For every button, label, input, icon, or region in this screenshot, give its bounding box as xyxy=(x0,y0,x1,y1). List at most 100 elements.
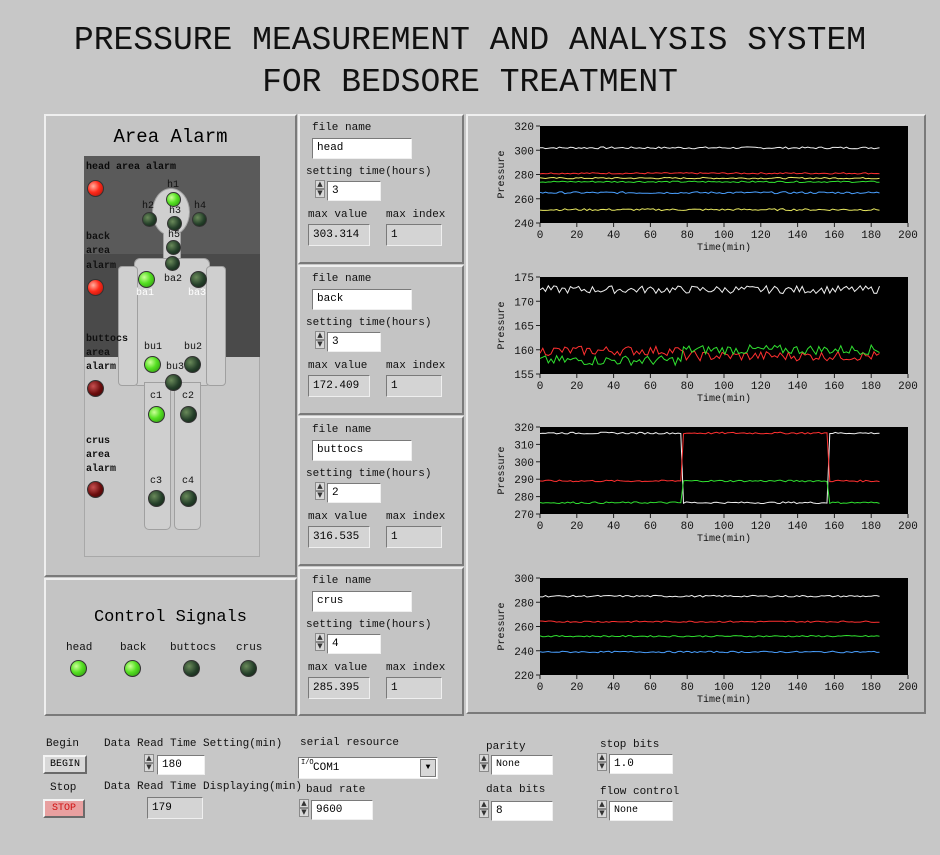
x-tick-label: 20 xyxy=(570,230,583,242)
x-tick-label: 60 xyxy=(644,521,657,533)
setting-time-input[interactable]: 3 xyxy=(327,332,381,352)
max-value-label: max value xyxy=(308,662,368,674)
control-led-back xyxy=(124,660,141,677)
flow-control-label: flow control xyxy=(600,786,680,798)
y-axis-label: Pressure xyxy=(497,602,508,650)
sensor-led-h3 xyxy=(167,216,182,231)
setting-time-spinner[interactable]: ▲ ▼ xyxy=(315,482,326,503)
parity-input[interactable]: None xyxy=(491,755,553,775)
x-tick-label: 200 xyxy=(898,682,918,694)
x-tick-label: 0 xyxy=(537,230,544,242)
x-axis-label: Time(min) xyxy=(697,533,751,545)
x-tick-label: 20 xyxy=(570,381,583,393)
parity-label: parity xyxy=(486,741,526,753)
file-name-input[interactable]: buttocs xyxy=(312,440,412,461)
control-signals-title: Control Signals xyxy=(93,608,248,627)
x-tick-label: 160 xyxy=(824,521,844,533)
x-tick-label: 180 xyxy=(861,230,881,242)
max-value-display: 285.395 xyxy=(308,677,370,699)
flow-control-spinner[interactable]: ▲ ▼ xyxy=(597,800,608,821)
buttocs-alarm-label-3: alarm xyxy=(86,362,117,373)
buttocs-alarm-label-2: area xyxy=(86,348,111,359)
setting-time-label: setting time(hours) xyxy=(306,619,432,631)
sensor-label-bu1: bu1 xyxy=(144,342,163,353)
baud-rate-input[interactable]: 9600 xyxy=(311,800,373,820)
back-alarm-label-2: area xyxy=(86,246,111,257)
y-axis-label: Pressure xyxy=(497,446,508,494)
title-line-2: FOR BEDSORE TREATMENT xyxy=(262,64,678,101)
x-tick-label: 200 xyxy=(898,230,918,242)
baud-rate-spinner[interactable]: ▲ ▼ xyxy=(299,799,310,820)
control-label-crus: crus xyxy=(236,642,263,654)
x-tick-label: 40 xyxy=(607,381,620,393)
buttocs-alarm-led xyxy=(87,380,104,397)
flow-control-input[interactable]: None xyxy=(609,801,673,821)
control-led-buttocs xyxy=(183,660,200,677)
data-bits-spinner[interactable]: ▲ ▼ xyxy=(479,800,490,821)
area-control-panel: file name buttocs setting time(hours) ▲ ▼ 2 ma… xyxy=(298,416,464,566)
parity-spinner[interactable]: ▲ ▼ xyxy=(479,754,490,775)
setting-time-input[interactable]: 2 xyxy=(327,483,381,503)
stop-button[interactable]: STOP xyxy=(43,799,85,818)
x-tick-label: 100 xyxy=(714,682,734,694)
x-axis-label: Time(min) xyxy=(697,393,751,405)
x-tick-label: 200 xyxy=(898,521,918,533)
back-alarm-led xyxy=(87,279,104,296)
control-led-crus xyxy=(240,660,257,677)
x-tick-label: 80 xyxy=(681,521,694,533)
sensor-label-bu3: bu3 xyxy=(166,362,185,373)
crus-alarm-label-2: area xyxy=(86,450,111,461)
control-led-head xyxy=(70,660,87,677)
x-tick-label: 40 xyxy=(607,230,620,242)
serial-dropdown-arrow-icon[interactable]: ▼ xyxy=(420,759,436,777)
x-tick-label: 20 xyxy=(570,521,583,533)
sensor-led-bu3 xyxy=(165,374,182,391)
read-time-display-label: Data Read Time Displaying(min) xyxy=(104,781,303,793)
read-time-setting-input[interactable]: 180 xyxy=(157,755,205,775)
app-window: PRESSURE MEASUREMENT AND ANALYSIS SYSTEM… xyxy=(0,0,940,855)
max-value-label: max value xyxy=(308,209,368,221)
sensor-led-ba3 xyxy=(190,271,207,288)
sensor-label-c3: c3 xyxy=(150,476,163,487)
stop-bits-input[interactable]: 1.0 xyxy=(609,754,673,774)
y-tick-label: 240 xyxy=(514,647,534,659)
x-tick-label: 200 xyxy=(898,381,918,393)
x-tick-label: 100 xyxy=(714,521,734,533)
y-tick-label: 290 xyxy=(514,475,534,487)
y-tick-label: 300 xyxy=(514,458,534,470)
plot-area xyxy=(540,427,908,514)
setting-time-input[interactable]: 4 xyxy=(327,634,381,654)
x-tick-label: 160 xyxy=(824,381,844,393)
setting-time-input[interactable]: 3 xyxy=(327,181,381,201)
setting-time-spinner[interactable]: ▲ ▼ xyxy=(315,331,326,352)
buttocs-alarm-label-1: buttocs xyxy=(86,334,129,345)
file-name-input[interactable]: crus xyxy=(312,591,412,612)
sensor-label-c4: c4 xyxy=(182,476,195,487)
file-name-label: file name xyxy=(312,575,372,587)
baud-rate-label: baud rate xyxy=(306,784,366,796)
y-tick-label: 170 xyxy=(514,297,534,309)
sensor-label-bu2: bu2 xyxy=(184,342,203,353)
x-tick-label: 160 xyxy=(824,230,844,242)
setting-time-spinner[interactable]: ▲ ▼ xyxy=(315,180,326,201)
setting-time-spinner[interactable]: ▲ ▼ xyxy=(315,633,326,654)
data-bits-input[interactable]: 8 xyxy=(491,801,553,821)
plot-area xyxy=(540,578,908,675)
file-name-input[interactable]: back xyxy=(312,289,412,310)
sensor-led-bu1 xyxy=(144,356,161,373)
sensor-label-h4: h4 xyxy=(194,201,207,212)
x-tick-label: 0 xyxy=(537,381,544,393)
file-name-input[interactable]: head xyxy=(312,138,412,159)
max-value-display: 316.535 xyxy=(308,526,370,548)
read-time-setting-spinner[interactable]: ▲ ▼ xyxy=(144,754,155,775)
y-tick-label: 300 xyxy=(514,146,534,158)
head-alarm-label: head area alarm xyxy=(86,162,177,173)
max-index-display: 1 xyxy=(386,224,442,246)
max-index-display: 1 xyxy=(386,375,442,397)
max-index-display: 1 xyxy=(386,526,442,548)
data-bits-label: data bits xyxy=(486,784,546,796)
serial-resource-select[interactable]: I/O COM1 ▼ xyxy=(298,757,438,779)
begin-button[interactable]: BEGIN xyxy=(43,755,87,774)
stop-bits-spinner[interactable]: ▲ ▼ xyxy=(597,753,608,774)
sensor-led-c2 xyxy=(180,406,197,423)
